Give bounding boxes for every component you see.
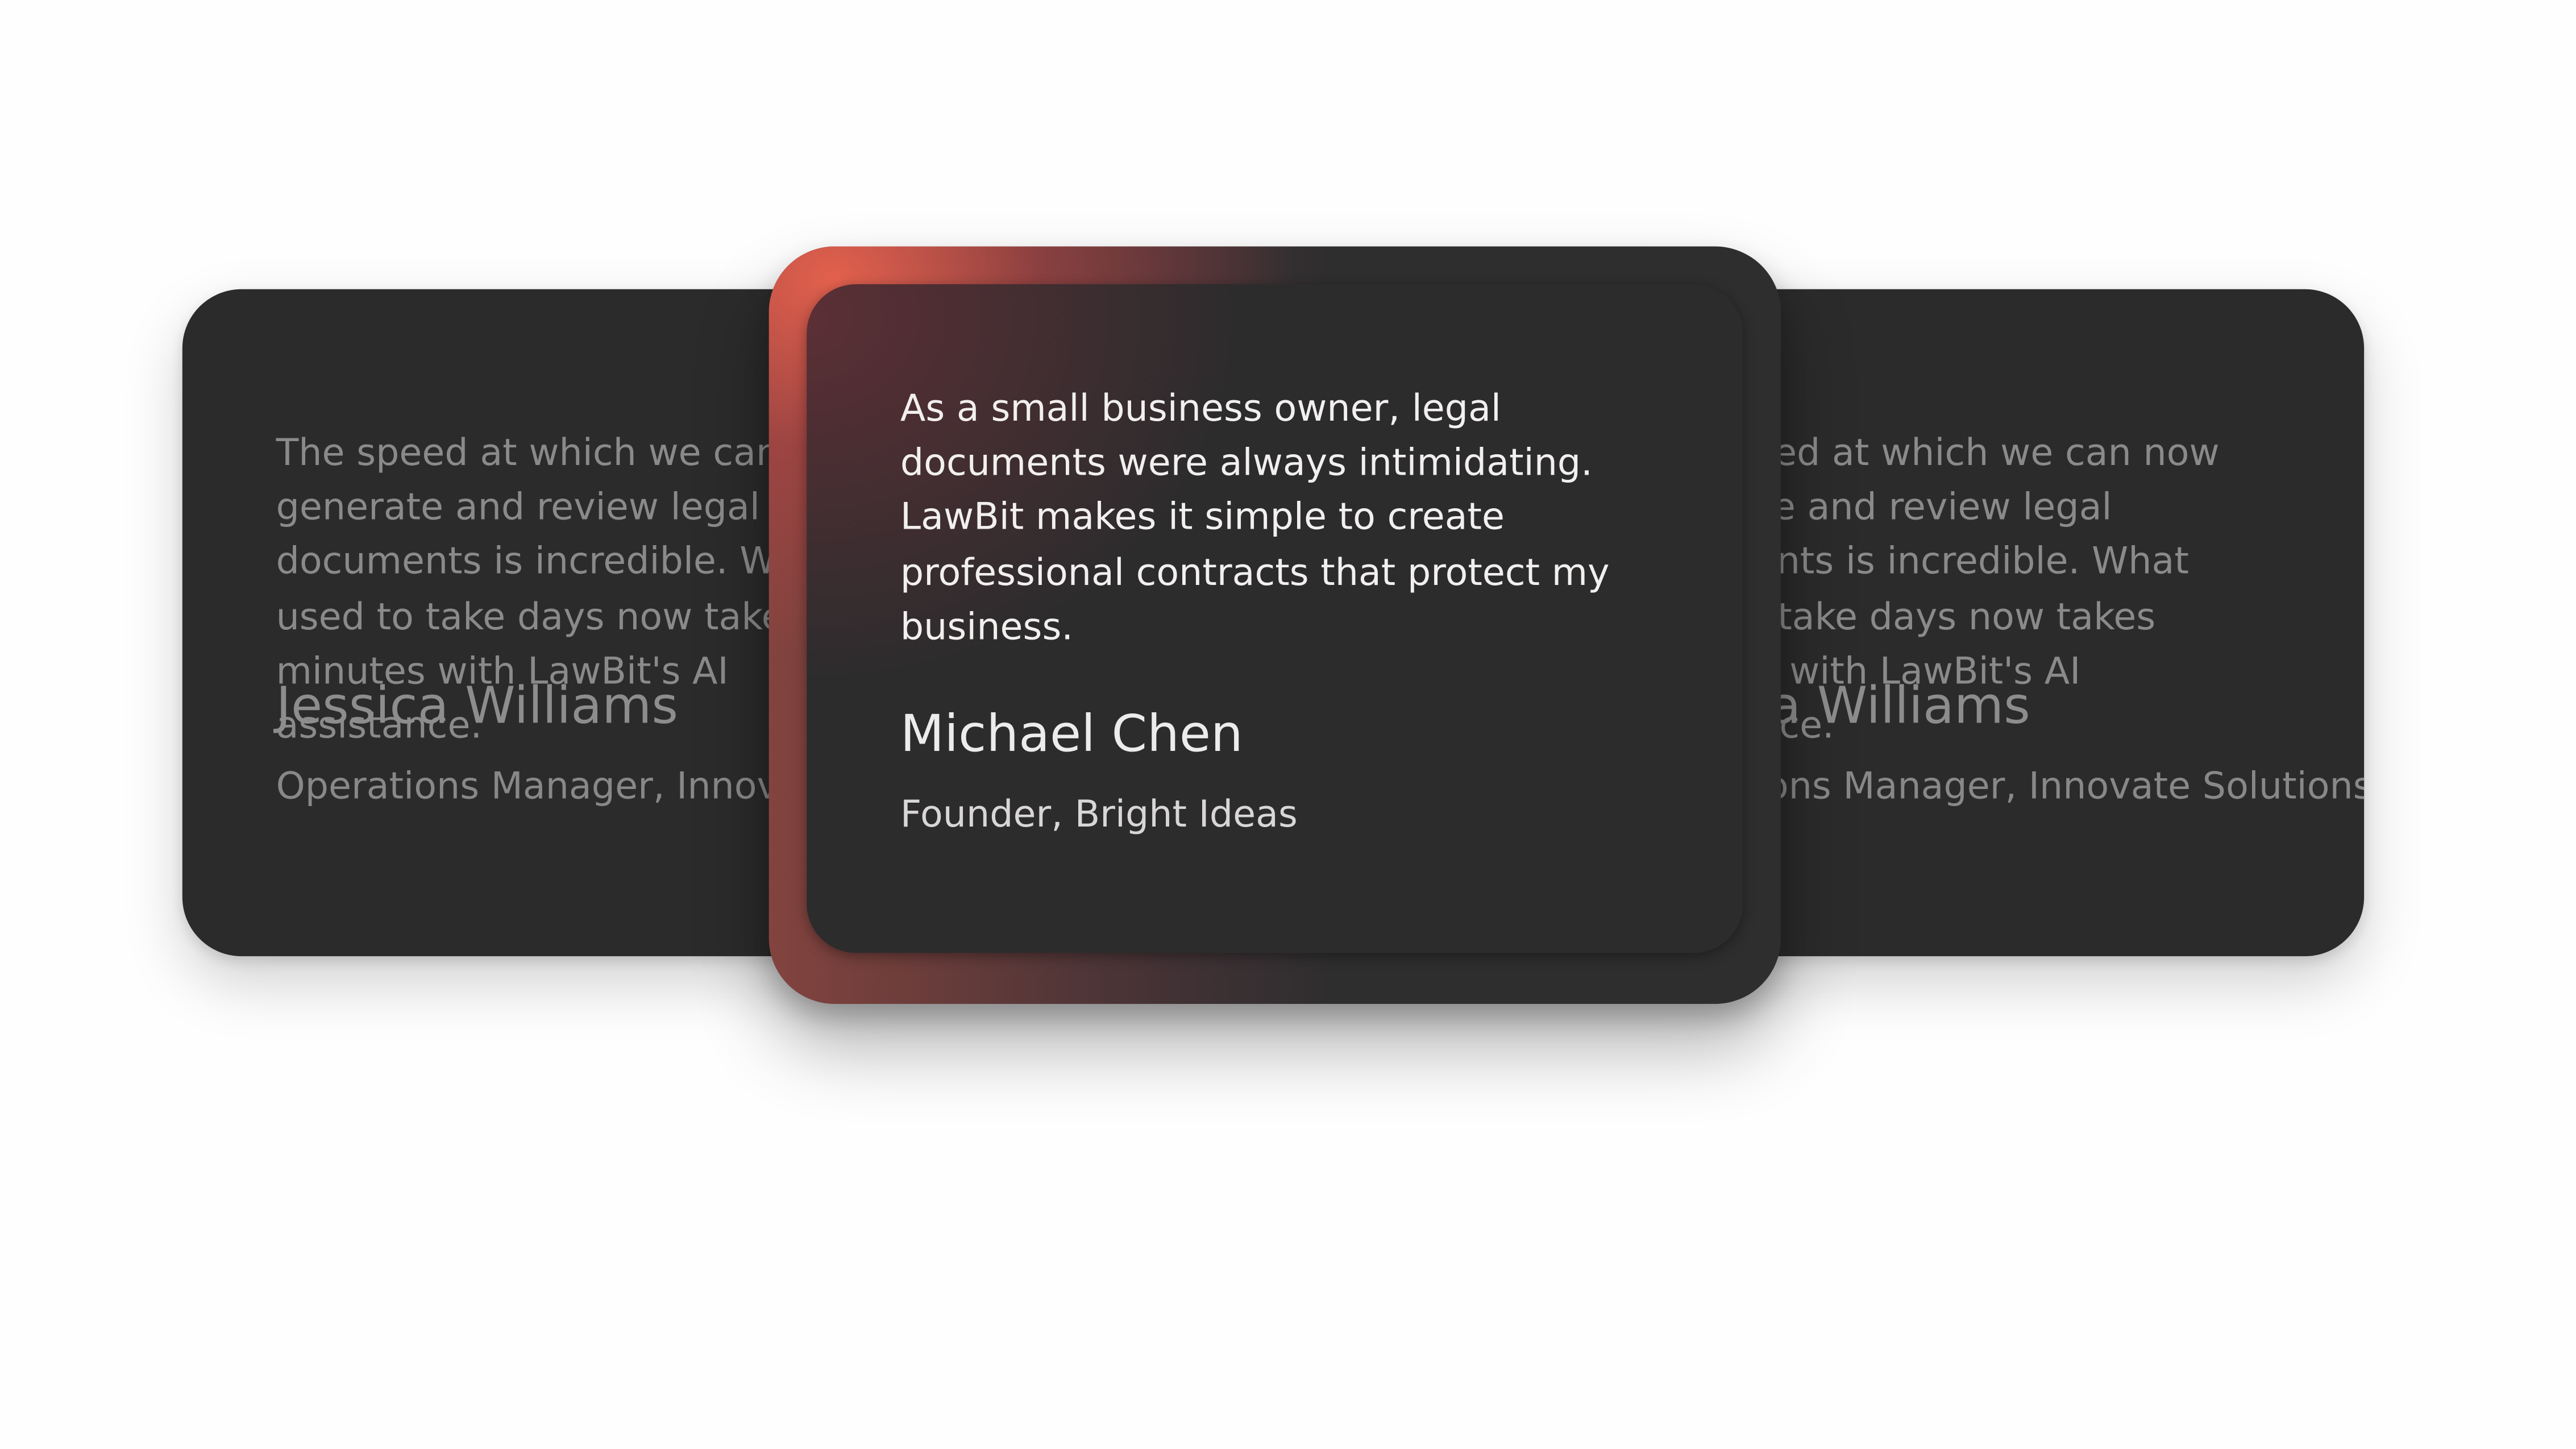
active-card-inner-panel: As a small business owner, legal documen… <box>807 284 1743 953</box>
right-testimonial-content: The speed at which we can now generate a… <box>1760 289 2365 956</box>
testimonial-author-role: Operations Manager, Innovate Solutions <box>1760 765 2365 809</box>
testimonial-author-role: Founder, Bright Ideas <box>900 794 1298 837</box>
testimonial-carousel: The speed at which we can now generate a… <box>0 0 2576 1449</box>
testimonial-author-name: Jessica Williams <box>1760 676 2030 736</box>
testimonial-quote: As a small business owner, legal documen… <box>900 388 1610 649</box>
testimonial-author-name: Jessica Williams <box>276 676 679 736</box>
active-testimonial-card[interactable]: As a small business owner, legal documen… <box>768 246 1781 1004</box>
testimonial-author-role: Operations Manager, Innovate Solutions <box>276 765 807 809</box>
left-card-visible-area: The speed at which we can now generate a… <box>182 289 807 956</box>
testimonial-author-name: Michael Chen <box>900 704 1243 764</box>
prev-indicator <box>78 734 105 761</box>
left-testimonial-content: The speed at which we can now generate a… <box>276 289 807 956</box>
next-indicator <box>2527 796 2553 824</box>
right-card-visible-area: The speed at which we can now generate a… <box>1760 289 2365 956</box>
